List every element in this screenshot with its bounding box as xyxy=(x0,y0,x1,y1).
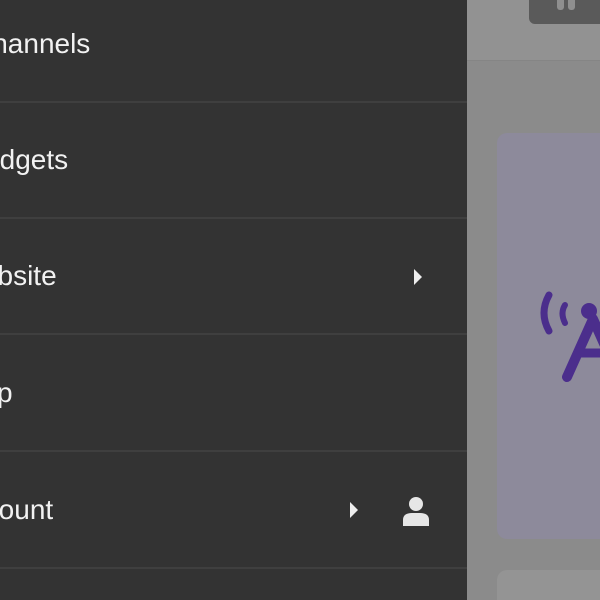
chevron-right-icon xyxy=(414,269,422,285)
menu-item-label: Help xyxy=(0,377,13,408)
chevron-right-icon xyxy=(350,502,358,518)
menu-item-channels[interactable]: Channels xyxy=(0,0,467,103)
background-card xyxy=(497,133,600,539)
menu-item-website[interactable]: Website xyxy=(0,219,467,335)
background-header-button[interactable] xyxy=(529,0,600,24)
background-card-secondary xyxy=(497,570,600,600)
background-header-icon xyxy=(557,0,577,12)
menu-item-label: Widgets xyxy=(0,144,69,175)
menu-item-widgets[interactable]: Widgets xyxy=(0,103,467,219)
menu-item-account[interactable]: Account xyxy=(0,453,467,569)
menu-item-help[interactable]: Help xyxy=(0,336,467,452)
side-drawer-menu: Channels Widgets Website Help Account xyxy=(0,0,467,600)
broadcast-logo-icon xyxy=(540,291,600,382)
person-icon[interactable] xyxy=(402,496,430,526)
menu-item-label: Website xyxy=(0,260,57,291)
app-screen: Channels Widgets Website Help Account xyxy=(0,0,600,600)
menu-item-label: Account xyxy=(0,494,54,525)
menu-item-label: Channels xyxy=(0,28,91,59)
